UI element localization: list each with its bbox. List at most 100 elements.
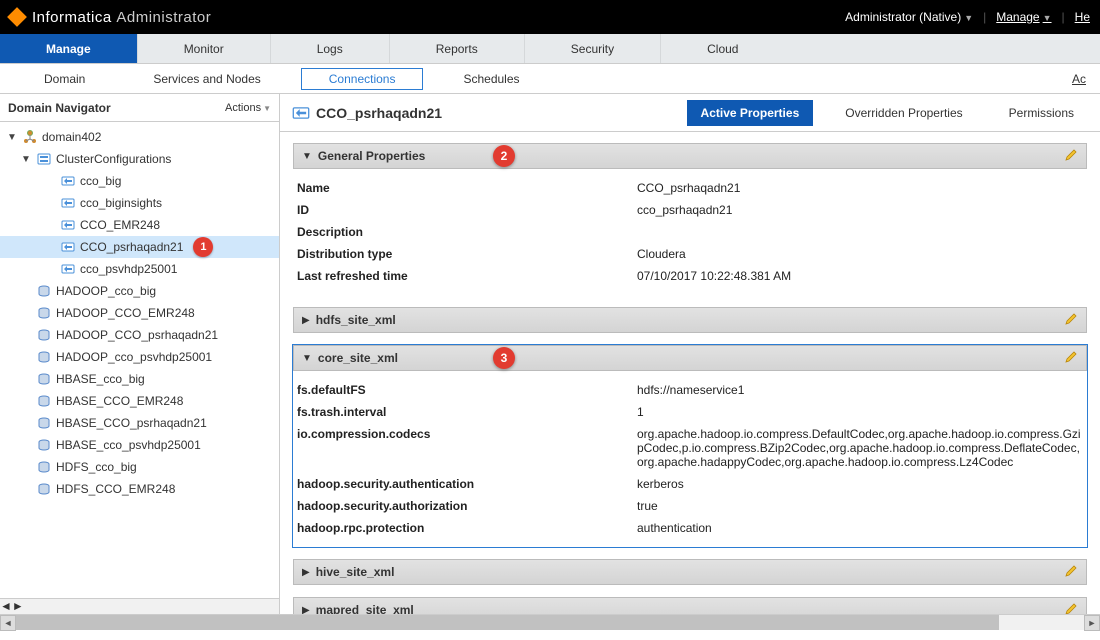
edit-icon[interactable] (1064, 312, 1078, 329)
section-expand-icon[interactable]: ▶ (302, 605, 310, 615)
main-tab-security[interactable]: Security (525, 34, 661, 63)
nav-horizontal-scrollbar[interactable]: ◄ ► (0, 598, 279, 614)
scroll-thumb[interactable] (16, 615, 999, 630)
content-tab-permissions[interactable]: Permissions (995, 100, 1088, 126)
scroll-left-arrow[interactable]: ◄ (0, 615, 16, 631)
tree-item-hdfs-cco-emr248[interactable]: ▶HDFS_CCO_EMR248 (0, 478, 279, 500)
tree-expand-icon: ▶ (20, 286, 32, 297)
nav-actions-menu[interactable]: Actions▼ (225, 102, 271, 114)
brand-sub: Administrator (116, 9, 211, 26)
section-mapred_site_xml: ▶ mapred_site_xml (292, 596, 1088, 614)
manage-label: Manage (996, 10, 1039, 24)
tree-item-label: CCO_psrhaqadn21 (80, 240, 183, 254)
tree-item-label: CCO_EMR248 (80, 218, 160, 232)
tree-item-label: ClusterConfigurations (56, 152, 171, 166)
scroll-right-arrow[interactable]: ► (12, 599, 24, 614)
section-collapse-icon[interactable]: ▼ (302, 353, 312, 364)
sub-tabs-overflow[interactable]: Ac (1072, 72, 1100, 86)
section-collapse-icon[interactable]: ▼ (302, 151, 312, 162)
tree-item-label: HADOOP_cco_psvhdp25001 (56, 350, 212, 364)
domain-navigator: Domain Navigator Actions▼ ▼domain402▼Clu… (0, 94, 280, 614)
property-row: hadoop.security.authorizationtrue (297, 495, 1083, 517)
tree-item-domain402[interactable]: ▼domain402 (0, 126, 279, 148)
section-header-hdfs_site_xml[interactable]: ▶hdfs_site_xml (293, 307, 1087, 333)
content-tab-active-properties[interactable]: Active Properties (687, 100, 814, 126)
tree-item-label: cco_biginsights (80, 196, 162, 210)
scroll-track[interactable] (16, 615, 1084, 630)
main-tab-reports[interactable]: Reports (390, 34, 525, 63)
section-header-hive_site_xml[interactable]: ▶ hive_site_xml (293, 559, 1087, 585)
edit-icon[interactable] (1064, 148, 1078, 165)
tree-item-hadoop-cco-psvhdp25001[interactable]: ▶HADOOP_cco_psvhdp25001 (0, 346, 279, 368)
tree-item-hbase-cco-psvhdp25001[interactable]: ▶HBASE_cco_psvhdp25001 (0, 434, 279, 456)
section-expand-icon[interactable]: ▶ (302, 315, 310, 326)
section-header-general[interactable]: ▼General Properties (293, 143, 1087, 169)
body: Domain Navigator Actions▼ ▼domain402▼Clu… (0, 94, 1100, 614)
chevron-down-icon: ▼ (263, 104, 271, 113)
property-label: hadoop.security.authorization (297, 499, 637, 513)
cyl-icon (36, 481, 52, 497)
main-tab-manage[interactable]: Manage (0, 34, 138, 63)
page-horizontal-scrollbar[interactable]: ◄ ► (0, 614, 1100, 630)
scroll-right-arrow[interactable]: ► (1084, 615, 1100, 631)
nav-header: Domain Navigator Actions▼ (0, 94, 279, 122)
content-tab-overridden-properties[interactable]: Overridden Properties (831, 100, 976, 126)
tree-item-hbase-cco-psrhaqadn21[interactable]: ▶HBASE_CCO_psrhaqadn21 (0, 412, 279, 434)
tree-item-label: cco_big (80, 174, 121, 188)
tree-item-hadoop-cco-big[interactable]: ▶HADOOP_cco_big (0, 280, 279, 302)
tree-item-hdfs-cco-big[interactable]: ▶HDFS_cco_big (0, 456, 279, 478)
property-label: Description (297, 225, 637, 239)
edit-icon[interactable] (1064, 564, 1078, 581)
main-tab-cloud[interactable]: Cloud (661, 34, 784, 63)
property-row: hadoop.security.authenticationkerberos (297, 473, 1083, 495)
section-hdfs_site_xml: ▶hdfs_site_xml (292, 306, 1088, 334)
callout-badge-1: 1 (193, 237, 213, 257)
section-header-core_site_xml[interactable]: ▼ core_site_xml (293, 345, 1087, 371)
tree-expand-icon: ▶ (44, 220, 56, 231)
edit-icon[interactable] (1064, 602, 1078, 615)
property-value: cco_psrhaqadn21 (637, 203, 1083, 217)
main-tab-monitor[interactable]: Monitor (138, 34, 271, 63)
tree-expand-icon: ▶ (20, 418, 32, 429)
property-label: Last refreshed time (297, 269, 637, 283)
nav-title: Domain Navigator (8, 101, 111, 115)
section-hive_site_xml: ▶ hive_site_xml (292, 558, 1088, 586)
sub-tab-services-and-nodes[interactable]: Services and Nodes (125, 68, 288, 90)
tree-item-label: HBASE_cco_psvhdp25001 (56, 438, 201, 452)
property-row: NameCCO_psrhaqadn21 (297, 177, 1083, 199)
section-body-general: NameCCO_psrhaqadn21IDcco_psrhaqadn21Desc… (293, 169, 1087, 295)
tree-item-cco-biginsights[interactable]: ▶cco_biginsights (0, 192, 279, 214)
tree-expand-icon: ▶ (20, 330, 32, 341)
property-label: fs.defaultFS (297, 383, 637, 397)
section-title: core_site_xml (318, 351, 398, 365)
manage-menu[interactable]: Manage▼ (996, 10, 1051, 24)
tree-item-clusterconfigurations[interactable]: ▼ ClusterConfigurations (0, 148, 279, 170)
tree-item-cco-emr248[interactable]: ▶ CCO_EMR248 (0, 214, 279, 236)
edit-icon[interactable] (1064, 350, 1078, 367)
section-title: hive_site_xml (316, 565, 395, 579)
tree-item-cco-big[interactable]: ▶cco_big (0, 170, 279, 192)
property-label: hadoop.rpc.protection (297, 521, 637, 535)
panels[interactable]: ▼General Properties2NameCCO_psrhaqadn21I… (280, 132, 1100, 614)
section-header-mapred_site_xml[interactable]: ▶ mapred_site_xml (293, 597, 1087, 614)
tree-item-hbase-cco-emr248[interactable]: ▶HBASE_CCO_EMR248 (0, 390, 279, 412)
cyl-icon (36, 393, 52, 409)
sub-tab-connections[interactable]: Connections (301, 68, 424, 90)
sub-tab-domain[interactable]: Domain (16, 68, 113, 90)
main-tab-logs[interactable]: Logs (271, 34, 390, 63)
help-menu[interactable]: He (1075, 10, 1090, 24)
section-expand-icon[interactable]: ▶ (302, 567, 310, 578)
tree-collapse-icon[interactable]: ▼ (6, 132, 18, 143)
tree-item-hadoop-cco-emr248[interactable]: ▶HADOOP_CCO_EMR248 (0, 302, 279, 324)
user-menu[interactable]: Administrator (Native)▼ (845, 10, 973, 24)
separator: | (983, 10, 986, 24)
tree-item-cco-psvhdp25001[interactable]: ▶cco_psvhdp25001 (0, 258, 279, 280)
section-title: mapred_site_xml (316, 603, 414, 614)
tree-item-hbase-cco-big[interactable]: ▶HBASE_cco_big (0, 368, 279, 390)
sub-tab-schedules[interactable]: Schedules (435, 68, 547, 90)
scroll-left-arrow[interactable]: ◄ (0, 599, 12, 614)
tree-item-cco-psrhaqadn21[interactable]: ▶CCO_psrhaqadn211 (0, 236, 279, 258)
tree-item-hadoop-cco-psrhaqadn21[interactable]: ▶HADOOP_CCO_psrhaqadn21 (0, 324, 279, 346)
tree-collapse-icon[interactable]: ▼ (20, 154, 32, 165)
cco-icon (60, 195, 76, 211)
